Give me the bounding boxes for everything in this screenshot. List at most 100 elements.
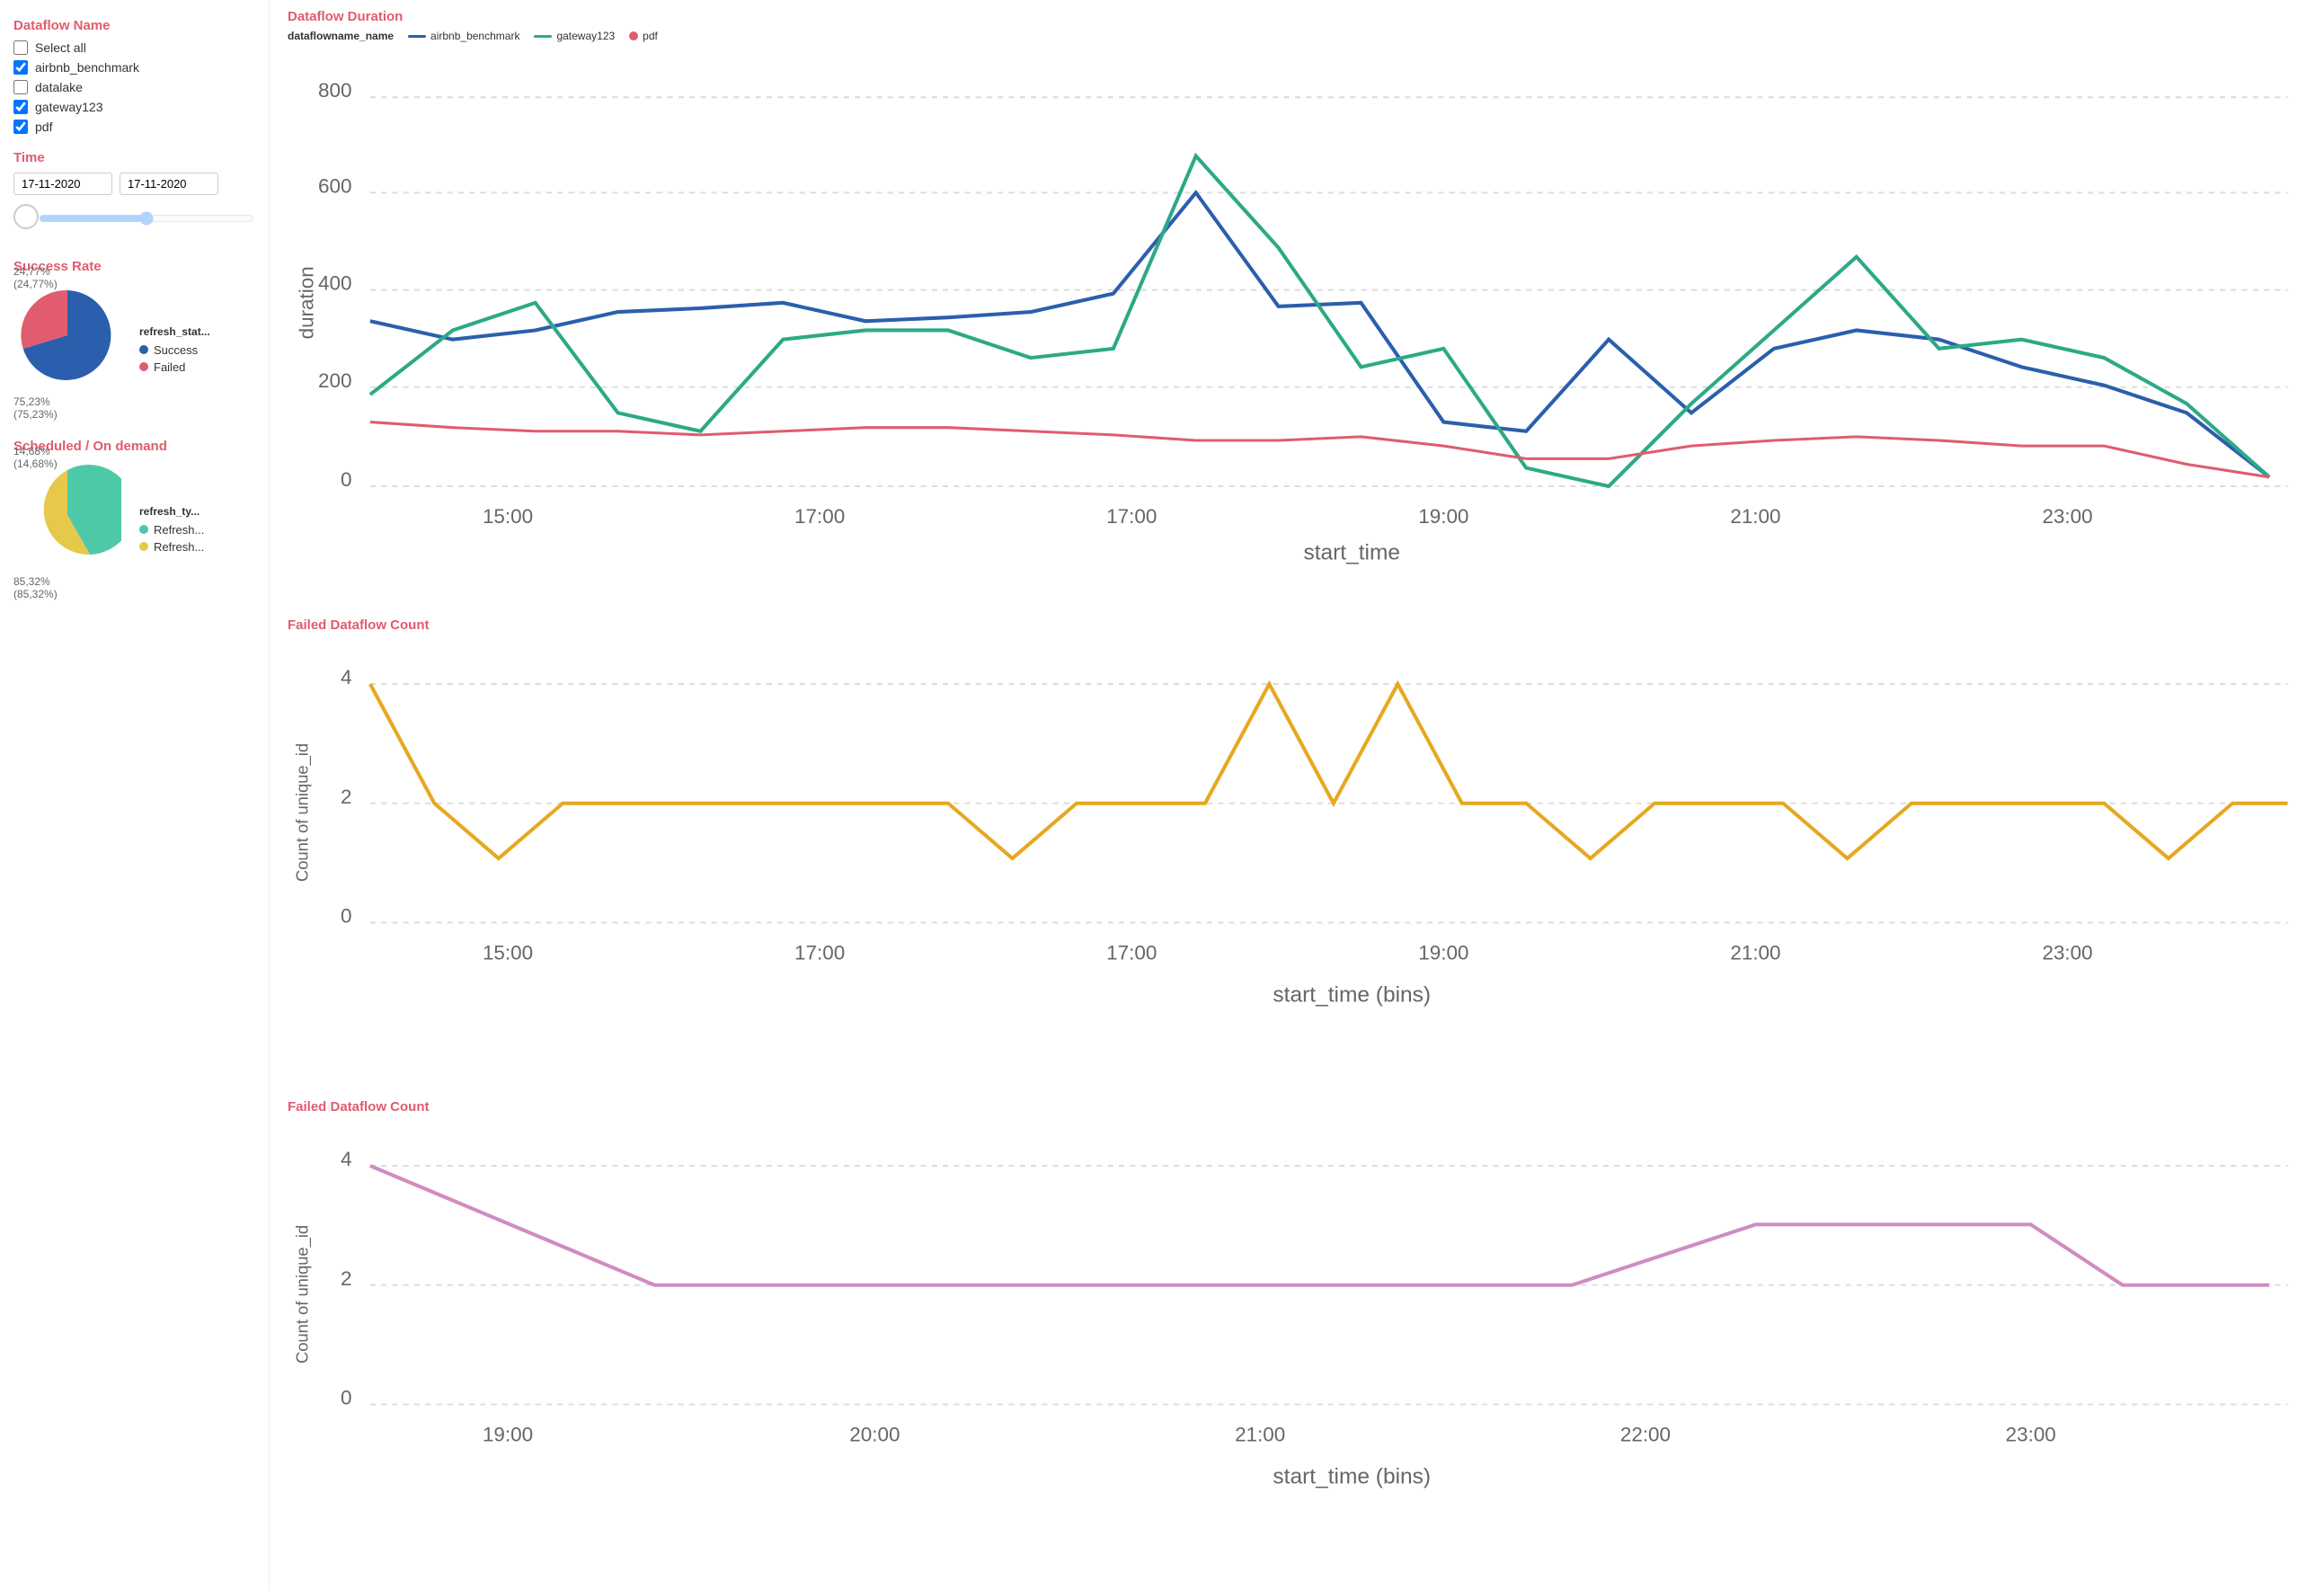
checkbox-airbnb-input[interactable] <box>13 60 28 75</box>
duration-chart-title: Dataflow Duration <box>288 9 2306 24</box>
svg-text:4: 4 <box>341 1148 351 1170</box>
svg-text:duration: duration <box>296 266 318 339</box>
success-dot <box>139 345 148 354</box>
time-title: Time <box>13 150 255 165</box>
select-all-item[interactable]: Select all <box>13 40 255 55</box>
failed-count-title: Failed Dataflow Count <box>288 617 2306 633</box>
success-rate-legend: refresh_stat... Success Failed <box>139 325 210 378</box>
checkbox-datalake-input[interactable] <box>13 80 28 94</box>
legend-gateway-text: gateway123 <box>556 30 615 42</box>
sidebar: Dataflow Name Select all airbnb_benchmar… <box>0 0 270 1590</box>
time-section: Time <box>13 150 255 232</box>
svg-text:20:00: 20:00 <box>849 1423 900 1445</box>
svg-text:Count of unique_id: Count of unique_id <box>292 1224 312 1363</box>
duration-chart-svg: 800 600 400 200 0 duration 15:00 17:00 1… <box>288 46 2306 597</box>
scheduled-legend-title: refresh_ty... <box>139 505 204 518</box>
svg-text:200: 200 <box>318 369 351 392</box>
checkbox-datalake[interactable]: datalake <box>13 80 255 94</box>
checkbox-airbnb[interactable]: airbnb_benchmark <box>13 60 255 75</box>
legend-airbnb-text: airbnb_benchmark <box>430 30 519 42</box>
svg-text:15:00: 15:00 <box>483 505 533 528</box>
svg-text:22:00: 22:00 <box>1620 1423 1671 1445</box>
pdf-line <box>370 422 2269 477</box>
scheduled-section: Scheduled / On demand 14,68% (14,68%) 85… <box>13 439 255 600</box>
scheduled-legend: refresh_ty... Refresh... Refresh... <box>139 505 204 557</box>
success-pct-label: 75,23% (75,23%) <box>13 395 121 421</box>
success-rate-section: Success Rate 24,77% (24,77%) <box>13 259 255 421</box>
date-start-input[interactable] <box>13 173 112 195</box>
svg-text:21:00: 21:00 <box>1730 941 1780 964</box>
svg-text:15:00: 15:00 <box>483 941 533 964</box>
time-slider[interactable] <box>39 211 254 226</box>
checkbox-gateway-input[interactable] <box>13 100 28 114</box>
legend-gateway-line <box>534 35 552 38</box>
svg-text:800: 800 <box>318 79 351 102</box>
slider-thumb[interactable] <box>13 204 39 229</box>
airbnb-line <box>370 192 2269 476</box>
failed-label: Failed <box>154 360 185 374</box>
failed-count2-title: Failed Dataflow Count <box>288 1099 2306 1115</box>
svg-text:4: 4 <box>341 666 351 688</box>
slider-container <box>13 204 255 232</box>
legend-airbnb: airbnb_benchmark <box>408 30 519 42</box>
checkbox-pdf[interactable]: pdf <box>13 120 255 134</box>
main-content: Dataflow Duration dataflowname_name airb… <box>270 0 2324 1590</box>
checkbox-pdf-input[interactable] <box>13 120 28 134</box>
legend-airbnb-line <box>408 35 426 38</box>
failed-count2-chart-section: Failed Dataflow Count 4 2 0 Count of uni… <box>288 1099 2306 1563</box>
svg-text:17:00: 17:00 <box>794 505 845 528</box>
svg-text:21:00: 21:00 <box>1235 1423 1285 1445</box>
svg-text:21:00: 21:00 <box>1730 505 1780 528</box>
legend-gateway: gateway123 <box>534 30 615 42</box>
svg-text:17:00: 17:00 <box>1106 941 1157 964</box>
checkbox-datalake-label: datalake <box>35 80 83 94</box>
success-label: Success <box>154 343 198 357</box>
svg-text:start_time: start_time <box>1303 541 1400 565</box>
success-pie-container: 24,77% (24,77%) 75,23% (75,23 <box>13 281 121 421</box>
refresh1-legend-item: Refresh... <box>139 523 204 537</box>
scheduled-pie <box>13 461 121 569</box>
svg-text:23:00: 23:00 <box>2006 1423 2056 1445</box>
svg-text:400: 400 <box>318 272 351 295</box>
svg-text:2: 2 <box>341 785 351 807</box>
svg-text:19:00: 19:00 <box>483 1423 533 1445</box>
failed-legend-item: Failed <box>139 360 210 374</box>
svg-text:start_time (bins): start_time (bins) <box>1273 982 1431 1007</box>
success-legend-item: Success <box>139 343 210 357</box>
legend-pdf-dot <box>629 31 638 40</box>
svg-text:23:00: 23:00 <box>2042 941 2092 964</box>
svg-text:600: 600 <box>318 174 351 197</box>
svg-text:19:00: 19:00 <box>1418 505 1468 528</box>
duration-legend-label: dataflowname_name <box>288 30 394 42</box>
refresh1-dot <box>139 525 148 534</box>
checkbox-pdf-label: pdf <box>35 120 52 134</box>
checkbox-gateway[interactable]: gateway123 <box>13 100 255 114</box>
select-all-checkbox[interactable] <box>13 40 28 55</box>
date-inputs <box>13 173 255 195</box>
svg-text:17:00: 17:00 <box>794 941 845 964</box>
date-end-input[interactable] <box>120 173 218 195</box>
scheduled-pct1-label: 85,32% (85,32%) <box>13 575 121 600</box>
scheduled-pct2-label: 14,68% (14,68%) <box>13 445 58 470</box>
legend-pdf-text: pdf <box>643 30 658 42</box>
legend-pdf: pdf <box>629 30 658 42</box>
failed-count2-line <box>370 1166 2269 1285</box>
svg-text:0: 0 <box>341 468 351 491</box>
duration-legend-row: dataflowname_name airbnb_benchmark gatew… <box>288 30 2306 42</box>
failed-pct-label: 24,77% (24,77%) <box>13 265 58 290</box>
failed-count2-svg: 4 2 0 Count of unique_id 19:00 20:00 21:… <box>288 1120 2306 1560</box>
svg-text:23:00: 23:00 <box>2042 505 2092 528</box>
gateway-line <box>370 156 2269 487</box>
svg-text:2: 2 <box>341 1266 351 1289</box>
svg-text:0: 0 <box>341 904 351 927</box>
svg-text:17:00: 17:00 <box>1106 505 1157 528</box>
checkbox-gateway-label: gateway123 <box>35 100 103 114</box>
dataflow-name-title: Dataflow Name <box>13 18 255 33</box>
failed-count-svg: 4 2 0 Count of unique_id 15:00 17:00 17:… <box>288 638 2306 1079</box>
refresh2-legend-item: Refresh... <box>139 540 204 554</box>
scheduled-pie-container: 14,68% (14,68%) 85,32% (85,32%) <box>13 461 121 600</box>
success-rate-legend-title: refresh_stat... <box>139 325 210 338</box>
failed-count-chart-section: Failed Dataflow Count 4 2 0 Count of uni… <box>288 617 2306 1081</box>
refresh2-label: Refresh... <box>154 540 204 554</box>
svg-text:19:00: 19:00 <box>1418 941 1468 964</box>
